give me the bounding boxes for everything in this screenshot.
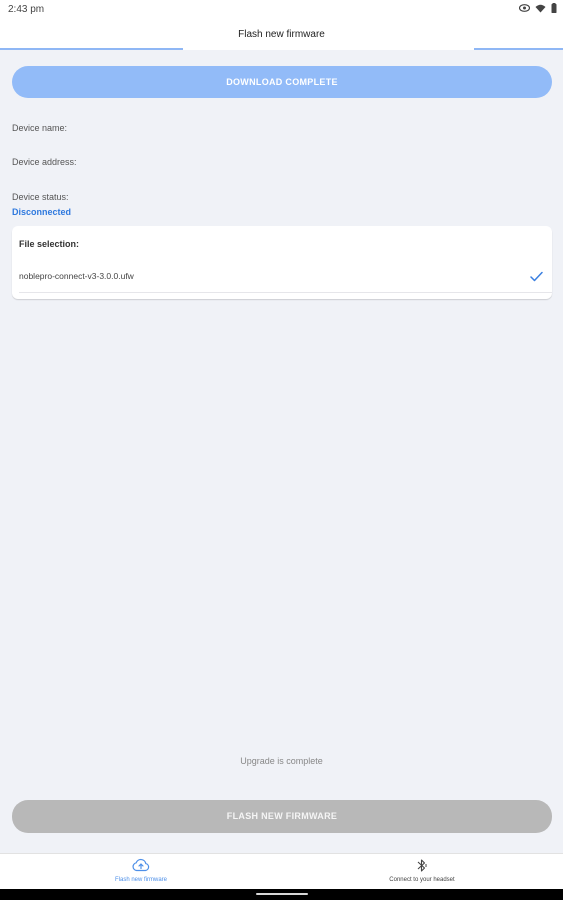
upgrade-status-message: Upgrade is complete	[240, 756, 323, 766]
file-name: noblepro-connect-v3-3.0.0.ufw	[19, 271, 134, 281]
nav-label-flash-firmware: Flash new firmware	[114, 877, 167, 883]
wifi-icon	[535, 4, 546, 13]
page-title: Flash new firmware	[238, 29, 325, 40]
file-selection-heading: File selection:	[19, 239, 80, 249]
device-status-value: Disconnected	[12, 207, 72, 217]
file-list-item[interactable]: noblepro-connect-v3-3.0.0.ufw	[12, 260, 552, 292]
flash-new-firmware-button[interactable]: FLASH NEW FIRMWARE	[12, 800, 552, 833]
app-bar: Flash new firmware	[0, 19, 563, 50]
bottom-navigation: Flash new firmware Connect to your heads…	[0, 853, 563, 890]
file-selection-card: File selection: noblepro-connect-v3-3.0.…	[12, 226, 552, 299]
progress-indicator-left	[0, 48, 183, 50]
home-gesture-handle[interactable]	[256, 893, 308, 895]
eye-icon	[519, 4, 530, 12]
nav-label-connect-headset: Connect to your headset	[389, 877, 455, 883]
battery-icon	[551, 3, 557, 13]
system-navigation-bar	[0, 889, 563, 900]
progress-indicator-right	[474, 48, 563, 50]
status-bar: 2:43 pm	[0, 0, 563, 19]
cloud-upload-icon	[132, 858, 150, 874]
checkmark-icon	[530, 269, 543, 287]
file-list-divider	[19, 292, 552, 293]
nav-item-flash-firmware[interactable]: Flash new firmware	[0, 854, 282, 890]
bluetooth-icon	[415, 858, 429, 874]
device-status-label: Device status:	[12, 192, 69, 202]
status-time: 2:43 pm	[8, 4, 45, 15]
nav-item-connect-headset[interactable]: Connect to your headset	[281, 854, 563, 890]
download-complete-button[interactable]: DOWNLOAD COMPLETE	[12, 66, 552, 98]
status-icons	[519, 3, 557, 13]
device-address-label: Device address:	[12, 157, 77, 167]
device-name-label: Device name:	[12, 123, 68, 133]
